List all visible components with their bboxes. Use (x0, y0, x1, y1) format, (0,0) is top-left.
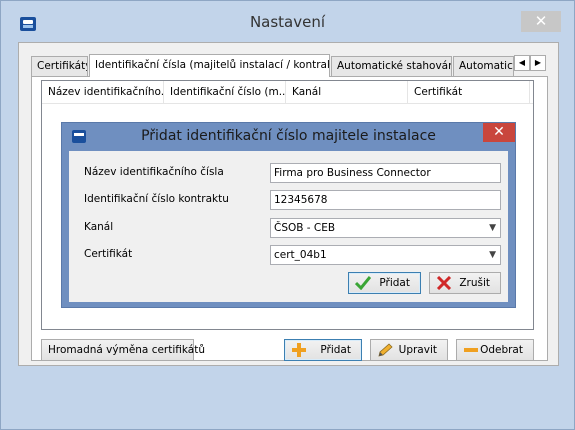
dialog-cancel-button[interactable]: Zrušit (429, 272, 501, 294)
remove-icon (464, 348, 478, 352)
tab-scroll-right-icon[interactable]: ▶ (530, 55, 546, 71)
check-icon (355, 276, 371, 290)
column-header-certificate[interactable]: Certifikát (408, 81, 530, 104)
column-header-name[interactable]: Název identifikačního... (42, 81, 164, 104)
list-header: Název identifikačního... Identifikační č… (42, 81, 533, 104)
window-title: Nastavení (249, 13, 326, 31)
edit-button[interactable]: Upravit (370, 339, 448, 361)
contract-number-input[interactable]: 12345678 (270, 190, 501, 210)
dialog-form: Název identifikačního čísla Firma pro Bu… (69, 151, 508, 302)
column-header-channel[interactable]: Kanál (286, 81, 408, 104)
tab-scroll-left-icon[interactable]: ◀ (514, 55, 530, 71)
dialog-cancel-label: Zrušit (459, 277, 490, 289)
dialog-ok-button[interactable]: Přidat (348, 272, 421, 294)
add-icon (292, 343, 306, 357)
bulk-replace-certificates-button[interactable]: Hromadná výměna certifikátů (41, 339, 205, 361)
channel-select[interactable]: ČSOB - CEB ▼ (270, 218, 501, 238)
add-button[interactable]: Přidat (284, 339, 362, 361)
title-bar: Nastavení ✕ (1, 1, 574, 35)
window-close-button[interactable]: ✕ (521, 11, 561, 32)
remove-button[interactable]: Odebrat (456, 339, 534, 361)
tab-certificates[interactable]: Certifikáty (31, 56, 88, 76)
add-button-label: Přidat (320, 344, 351, 356)
name-input[interactable]: Firma pro Business Connector (270, 163, 501, 183)
add-identification-number-dialog: Přidat identifikační číslo majitele inst… (61, 122, 516, 308)
chevron-down-icon: ▼ (489, 223, 496, 233)
contract-number-label: Identifikační číslo kontraktu (84, 193, 229, 205)
tab-automatic[interactable]: Automatické (453, 56, 514, 76)
name-label: Název identifikačního čísla (84, 166, 224, 178)
chevron-down-icon: ▼ (489, 250, 496, 260)
certificate-label: Certifikát (84, 248, 133, 260)
channel-select-value: ČSOB - CEB (274, 222, 336, 234)
edit-button-label: Upravit (398, 344, 437, 356)
tab-identification-numbers[interactable]: Identifikační čísla (majitelů instalací … (89, 54, 330, 77)
pencil-icon (378, 343, 393, 357)
certificate-select[interactable]: cert_04b1 ▼ (270, 245, 501, 265)
dialog-ok-label: Přidat (379, 277, 410, 289)
settings-window: Nastavení ✕ Certifikáty Identifikační čí… (0, 0, 575, 430)
cross-icon (436, 276, 452, 290)
channel-label: Kanál (84, 221, 114, 233)
certificate-select-value: cert_04b1 (274, 249, 327, 261)
column-header-number[interactable]: Identifikační číslo (m... (164, 81, 286, 104)
dialog-close-button[interactable]: ✕ (483, 123, 515, 142)
remove-button-label: Odebrat (480, 344, 523, 356)
dialog-title: Přidat identifikační číslo majitele inst… (141, 128, 436, 144)
tab-automatic-download[interactable]: Automatické stahování (331, 56, 452, 76)
